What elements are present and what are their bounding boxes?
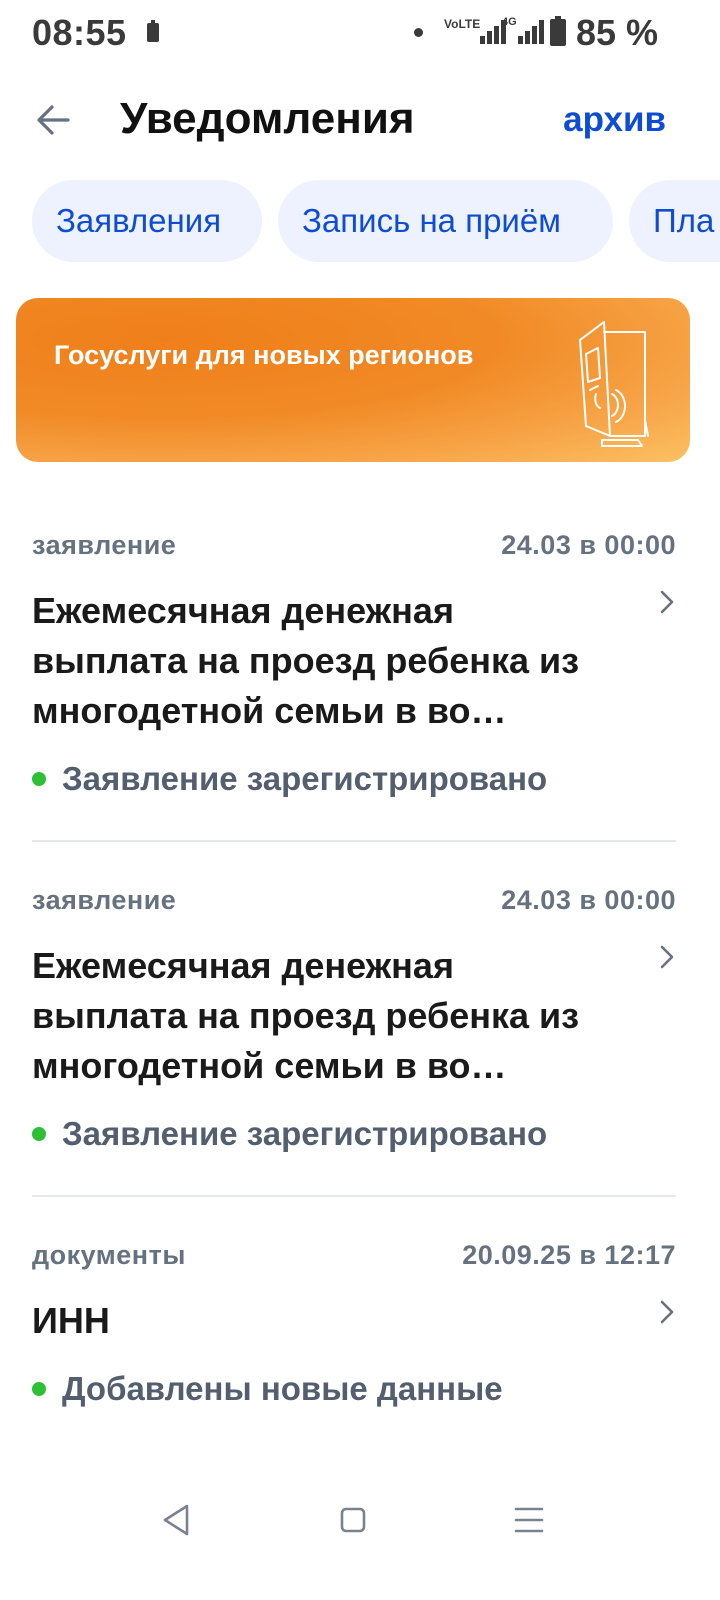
divider — [32, 1195, 676, 1197]
notification-item-1[interactable]: заявление 24.03 в 00:00 Ежемесячная дене… — [32, 530, 676, 800]
status-time: 08:55 — [32, 12, 127, 53]
battery-percent: 85 % — [576, 12, 659, 53]
page-title: Уведомления — [120, 94, 415, 143]
battery-icon — [550, 16, 566, 46]
volte-icon: VoLTE — [444, 17, 481, 31]
notification-category: заявление — [32, 530, 177, 560]
chip-appointment[interactable]: Запись на приём — [278, 180, 613, 262]
status-bar: 08:55 VoLTE 4G 85 % — [0, 0, 720, 68]
notification-category: документы — [32, 1240, 186, 1270]
network-4g-icon: 4G — [502, 16, 517, 28]
system-nav-bar — [0, 1490, 720, 1550]
notification-status: Заявление зарегистрировано — [32, 760, 632, 800]
status-dot — [32, 772, 46, 786]
notification-item-3[interactable]: документы 20.09.25 в 12:17 ИНН Добавлены… — [32, 1240, 676, 1420]
signal-icon-2 — [518, 18, 550, 44]
notification-title: Ежемесячная денежная выплата на проезд р… — [32, 945, 580, 1086]
notification-title: ИНН — [32, 1300, 110, 1341]
notification-title: Ежемесячная денежная выплата на проезд р… — [32, 590, 580, 731]
chevron-right-icon — [660, 590, 674, 614]
chevron-right-icon — [660, 1300, 674, 1324]
battery-saver-icon — [147, 20, 159, 42]
filter-chips: Заявления Запись на приём Пла — [0, 180, 720, 264]
header: Уведомления архив — [0, 80, 720, 160]
status-dot — [32, 1382, 46, 1396]
notification-category: заявление — [32, 885, 177, 915]
notification-status: Добавлены новые данные — [32, 1370, 632, 1410]
banner-title: Госуслуги для новых регионов — [54, 340, 474, 370]
nav-menu-button[interactable] — [504, 1490, 554, 1550]
archive-link[interactable]: архив — [563, 100, 666, 140]
menu-lines-icon — [514, 1507, 544, 1533]
notification-date: 20.09.25 в 12:17 — [462, 1240, 676, 1270]
chevron-right-icon — [660, 945, 674, 969]
notification-date: 24.03 в 00:00 — [501, 530, 676, 560]
square-home-icon — [340, 1507, 366, 1533]
back-button[interactable] — [30, 96, 80, 144]
status-text: Заявление зарегистрировано — [62, 1115, 548, 1152]
chip-applications[interactable]: Заявления — [32, 180, 262, 262]
arrow-left-icon — [37, 105, 70, 135]
promo-banner[interactable]: Госуслуги для новых регионов — [16, 298, 690, 462]
divider — [32, 840, 676, 842]
open-door-icon — [579, 321, 649, 447]
triangle-back-icon — [163, 1504, 189, 1536]
nav-back-button[interactable] — [152, 1490, 202, 1550]
notification-item-2[interactable]: заявление 24.03 в 00:00 Ежемесячная дене… — [32, 885, 676, 1155]
status-text: Добавлены новые данные — [62, 1370, 503, 1407]
status-dot — [32, 1127, 46, 1141]
notification-status: Заявление зарегистрировано — [32, 1115, 632, 1155]
status-text: Заявление зарегистрировано — [62, 760, 548, 797]
chip-payments[interactable]: Пла — [629, 180, 720, 262]
notification-date: 24.03 в 00:00 — [501, 885, 676, 915]
notification-dot-icon — [414, 28, 423, 37]
nav-home-button[interactable] — [328, 1490, 378, 1550]
